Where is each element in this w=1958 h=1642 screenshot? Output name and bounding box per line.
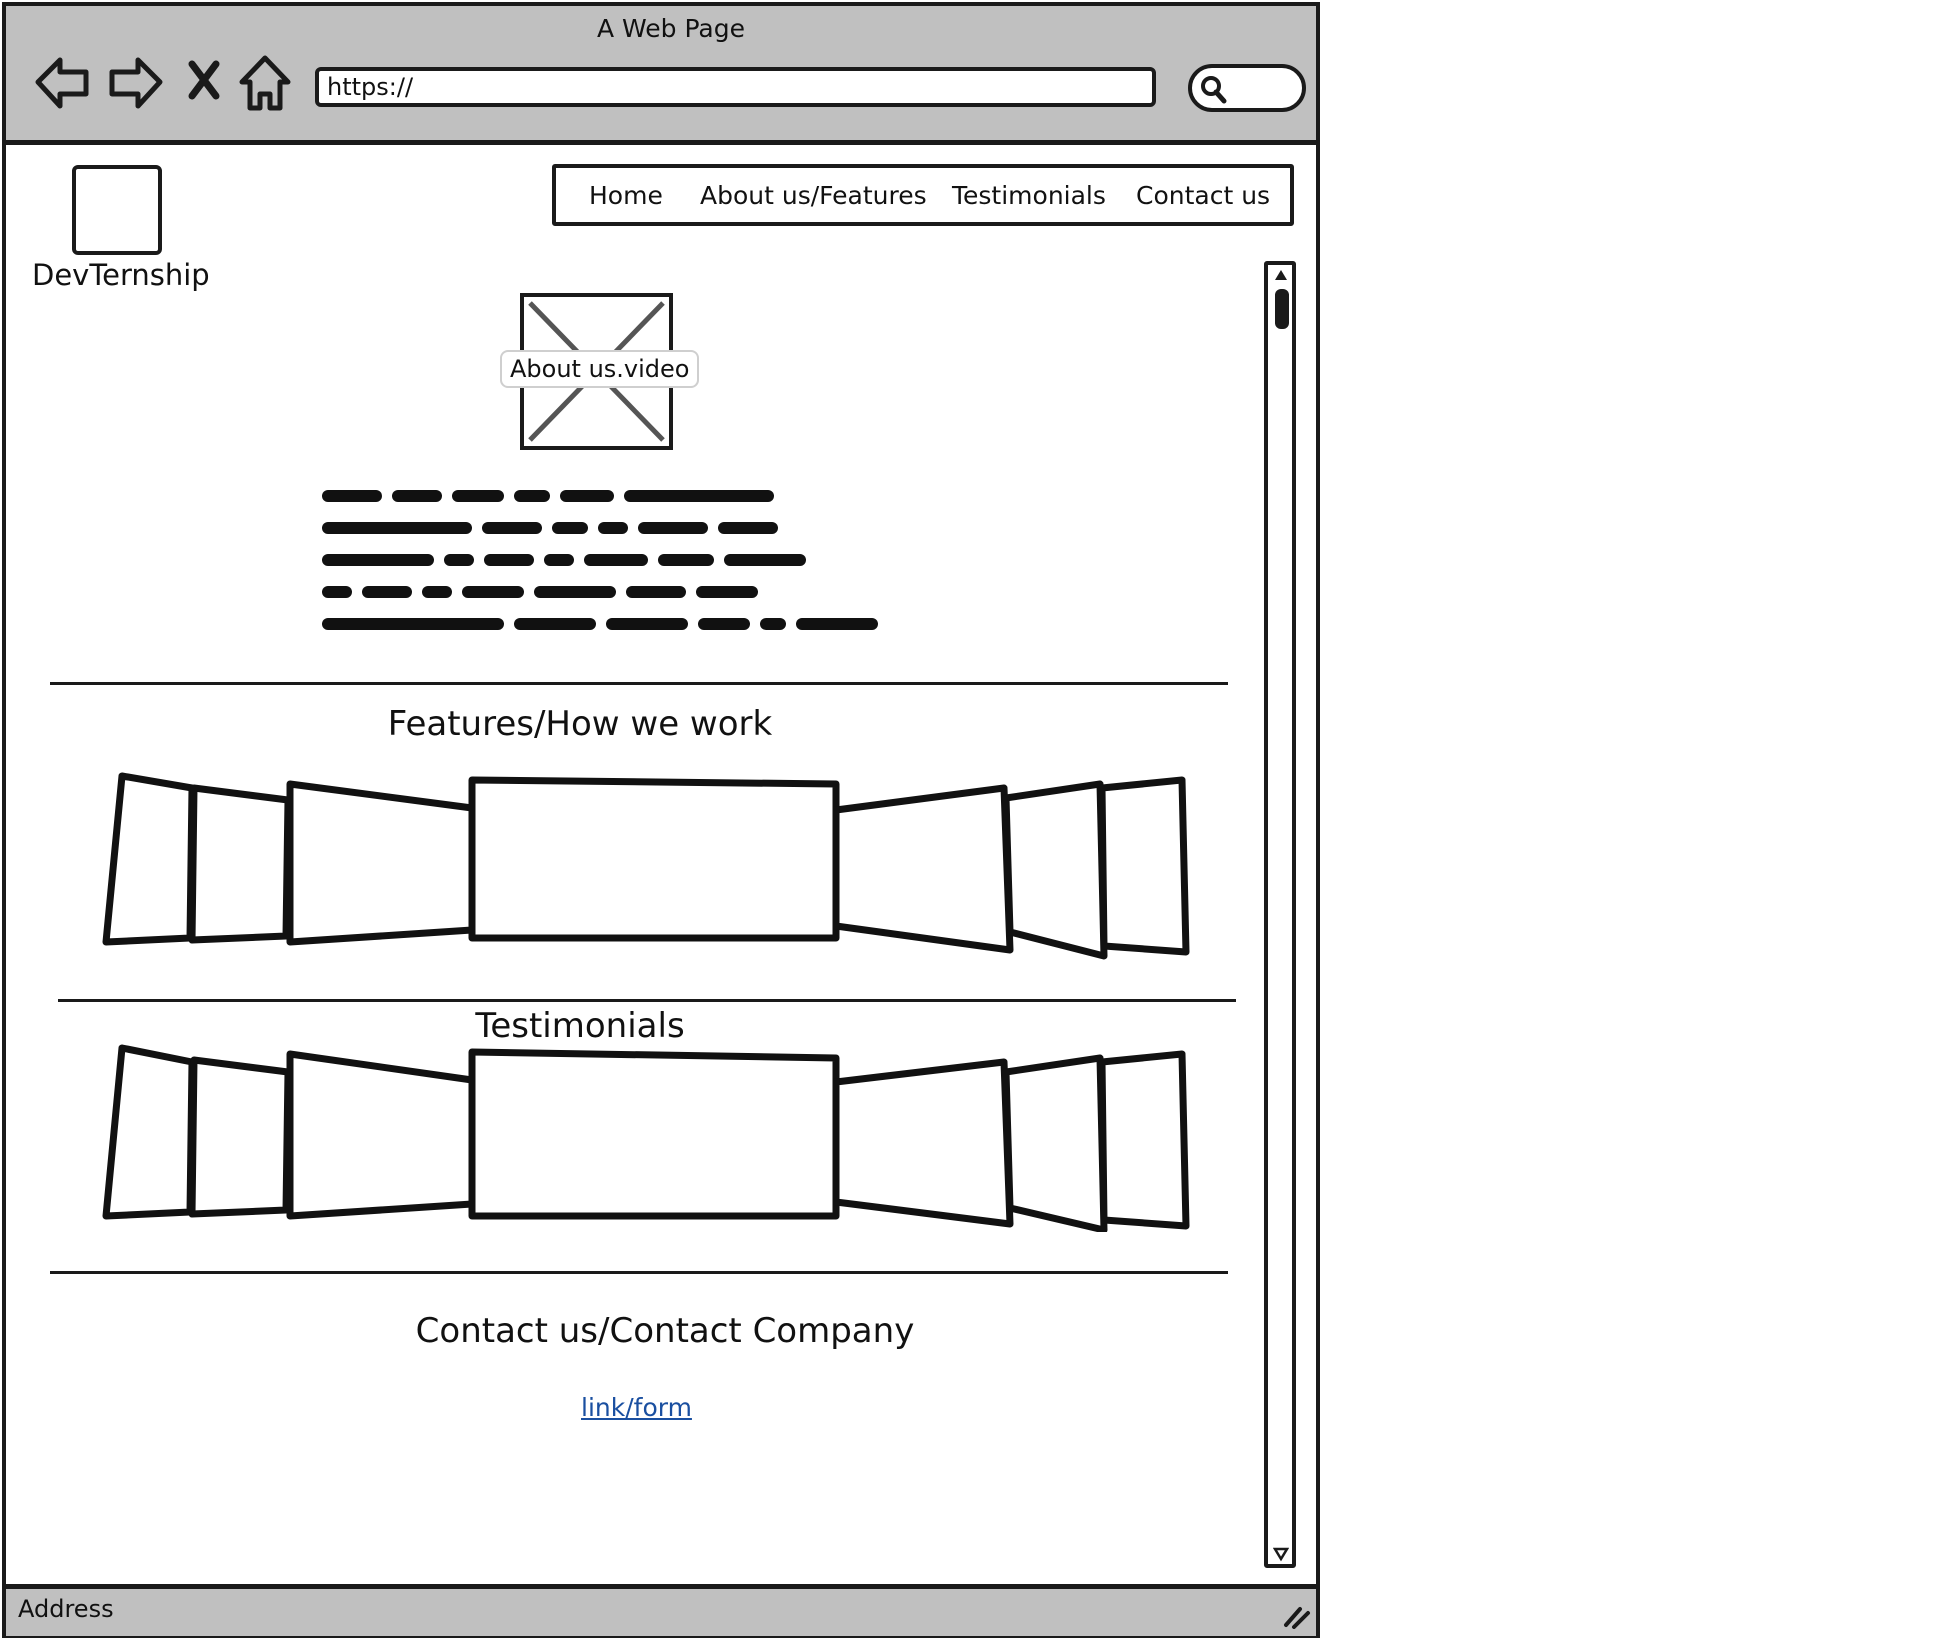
resize-grip-icon[interactable]: [1282, 1599, 1312, 1629]
browser-search-field[interactable]: [1188, 64, 1306, 112]
scroll-thumb[interactable]: [1275, 289, 1289, 329]
contact-title: Contact us/Contact Company: [415, 1311, 915, 1351]
testimonials-carousel[interactable]: [100, 1042, 1210, 1232]
nav-item-home[interactable]: Home: [589, 181, 663, 210]
testimonials-title: Testimonials: [475, 1006, 685, 1046]
about-text-scribble: [322, 490, 878, 630]
status-bar: Address: [6, 1584, 1316, 1636]
features-title: Features/How we work: [387, 704, 773, 744]
nav-item-contact[interactable]: Contact us: [1136, 181, 1270, 210]
contact-link[interactable]: link/form: [581, 1393, 692, 1422]
section-divider: [50, 1271, 1228, 1274]
video-label: About us.video: [500, 350, 700, 388]
site-nav: Home About us/Features Testimonials Cont…: [552, 164, 1294, 226]
search-icon: [1201, 76, 1227, 104]
forward-arrow-icon[interactable]: [106, 50, 166, 114]
scroll-down-arrow-icon[interactable]: [1273, 1546, 1289, 1562]
home-icon[interactable]: [238, 50, 292, 114]
stop-icon[interactable]: [184, 50, 224, 114]
nav-item-about[interactable]: About us/Features: [700, 181, 927, 210]
browser-toolbar: A Web Page https://: [6, 6, 1316, 145]
section-divider: [58, 999, 1236, 1002]
window-title: A Web Page: [596, 14, 746, 43]
back-arrow-icon[interactable]: [32, 50, 92, 114]
scroll-up-arrow-icon[interactable]: [1273, 267, 1289, 283]
url-input[interactable]: https://: [315, 67, 1156, 107]
vertical-scrollbar[interactable]: [1264, 261, 1296, 1568]
features-carousel[interactable]: [100, 770, 1210, 960]
nav-item-testimonials[interactable]: Testimonials: [952, 181, 1106, 210]
logo-image[interactable]: [72, 165, 162, 255]
logo-text[interactable]: DevTernship: [32, 258, 210, 292]
section-divider: [50, 682, 1228, 685]
status-text: Address: [18, 1595, 114, 1623]
